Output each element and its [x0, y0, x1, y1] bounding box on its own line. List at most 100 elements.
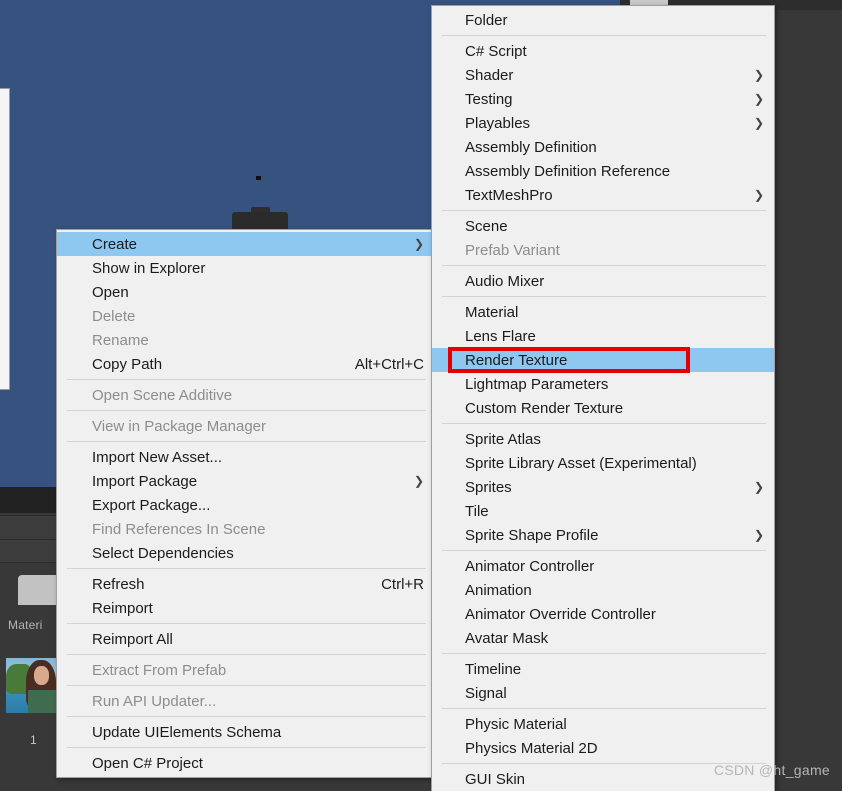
- menu-item-open-scene-additive: Open Scene Additive: [57, 383, 434, 407]
- menu-item-open-c-project[interactable]: Open C# Project: [57, 751, 434, 775]
- create-submenu[interactable]: Folder C# Script Shader ❯ Testing ❯ Playables ❯…: [431, 5, 775, 791]
- menu-item-label: Rename: [92, 331, 149, 349]
- create-item-scene[interactable]: Scene: [432, 214, 774, 238]
- menu-item-extract-from-prefab: Extract From Prefab: [57, 658, 434, 682]
- menu-item-reimport[interactable]: Reimport: [57, 596, 434, 620]
- create-item-textmeshpro[interactable]: TextMeshPro ❯: [432, 183, 774, 207]
- menu-separator: [67, 379, 426, 380]
- create-item-sprite-atlas[interactable]: Sprite Atlas: [432, 427, 774, 451]
- create-item-timeline[interactable]: Timeline: [432, 657, 774, 681]
- menu-item-label: Import New Asset...: [92, 448, 223, 466]
- scene-object-small: [256, 176, 261, 180]
- create-item-animator-controller[interactable]: Animator Controller: [432, 554, 774, 578]
- menu-item-label: Import Package: [92, 472, 198, 490]
- menu-item-label: GUI Skin: [465, 770, 526, 788]
- menu-item-label: Animation: [465, 581, 532, 599]
- menu-item-label: Render Texture: [465, 351, 568, 369]
- menu-item-import-package[interactable]: Import Package ❯: [57, 469, 434, 493]
- csdn-watermark: CSDN @ht_game: [713, 762, 830, 778]
- menu-item-label: Run API Updater...: [92, 692, 217, 710]
- create-item-folder[interactable]: Folder: [432, 8, 774, 32]
- menu-item-label: Prefab Variant: [465, 241, 560, 259]
- create-item-tile[interactable]: Tile: [432, 499, 774, 523]
- asset-texture-label: 1: [30, 733, 37, 747]
- menu-item-rename: Rename: [57, 328, 434, 352]
- create-item-render-texture[interactable]: Render Texture: [432, 348, 774, 372]
- menu-item-label: Show in Explorer: [92, 259, 206, 277]
- menu-item-label: Physics Material 2D: [465, 739, 598, 757]
- menu-item-label: Assembly Definition: [465, 138, 597, 156]
- create-item-testing[interactable]: Testing ❯: [432, 87, 774, 111]
- menu-item-label: Reimport: [92, 599, 153, 617]
- chevron-right-icon: ❯: [753, 116, 764, 130]
- menu-item-label: Find References In Scene: [92, 520, 266, 538]
- menu-item-label: Sprite Atlas: [465, 430, 541, 448]
- assets-context-menu[interactable]: Create ❯ Show in Explorer Open Delete Rename C…: [56, 229, 435, 778]
- create-item-avatar-mask[interactable]: Avatar Mask: [432, 626, 774, 650]
- create-item-lightmap-parameters[interactable]: Lightmap Parameters: [432, 372, 774, 396]
- menu-item-label: Reimport All: [92, 630, 173, 648]
- create-item-sprite-shape-profile[interactable]: Sprite Shape Profile ❯: [432, 523, 774, 547]
- create-item-material[interactable]: Material: [432, 300, 774, 324]
- menu-separator: [67, 654, 426, 655]
- create-item-assembly-definition-reference[interactable]: Assembly Definition Reference: [432, 159, 774, 183]
- menu-separator: [442, 550, 766, 551]
- menu-item-label: Playables: [465, 114, 531, 132]
- create-item-c-script[interactable]: C# Script: [432, 39, 774, 63]
- create-item-physics-material-2d[interactable]: Physics Material 2D: [432, 736, 774, 760]
- menu-item-label: Extract From Prefab: [92, 661, 227, 679]
- menu-item-label: Testing: [465, 90, 513, 108]
- menu-item-label: Physic Material: [465, 715, 567, 733]
- menu-separator: [67, 747, 426, 748]
- menu-item-label: Shader: [465, 66, 514, 84]
- menu-item-label: Lens Flare: [465, 327, 536, 345]
- menu-item-label: C# Script: [465, 42, 527, 60]
- create-item-sprites[interactable]: Sprites ❯: [432, 475, 774, 499]
- menu-item-label: Open C# Project: [92, 754, 203, 772]
- create-item-assembly-definition[interactable]: Assembly Definition: [432, 135, 774, 159]
- menu-item-label: Select Dependencies: [92, 544, 234, 562]
- menu-item-label: Material: [465, 303, 519, 321]
- menu-separator: [67, 568, 426, 569]
- menu-separator: [67, 623, 426, 624]
- create-item-custom-render-texture[interactable]: Custom Render Texture: [432, 396, 774, 420]
- menu-item-label: Create: [92, 235, 138, 253]
- thumbnail-person-face: [34, 666, 49, 685]
- create-item-signal[interactable]: Signal: [432, 681, 774, 705]
- menu-item-label: Lightmap Parameters: [465, 375, 609, 393]
- create-item-animation[interactable]: Animation: [432, 578, 774, 602]
- menu-item-label: Open: [92, 283, 129, 301]
- menu-item-reimport-all[interactable]: Reimport All: [57, 627, 434, 651]
- menu-item-label: Avatar Mask: [465, 629, 549, 647]
- menu-item-label: TextMeshPro: [465, 186, 553, 204]
- menu-item-run-api-updater: Run API Updater...: [57, 689, 434, 713]
- menu-item-import-new-asset[interactable]: Import New Asset...: [57, 445, 434, 469]
- menu-item-label: Custom Render Texture: [465, 399, 624, 417]
- menu-item-create[interactable]: Create ❯: [57, 232, 434, 256]
- chevron-right-icon: ❯: [753, 480, 764, 494]
- menu-item-show-in-explorer[interactable]: Show in Explorer: [57, 256, 434, 280]
- menu-item-open[interactable]: Open: [57, 280, 434, 304]
- menu-separator: [442, 210, 766, 211]
- create-item-audio-mixer[interactable]: Audio Mixer: [432, 269, 774, 293]
- create-item-sprite-library-asset-experimental[interactable]: Sprite Library Asset (Experimental): [432, 451, 774, 475]
- create-item-lens-flare[interactable]: Lens Flare: [432, 324, 774, 348]
- menu-item-refresh[interactable]: Refresh Ctrl+R: [57, 572, 434, 596]
- create-item-physic-material[interactable]: Physic Material: [432, 712, 774, 736]
- menu-item-label: Delete: [92, 307, 136, 325]
- menu-separator: [442, 35, 766, 36]
- menu-item-update-uielements-schema[interactable]: Update UIElements Schema: [57, 720, 434, 744]
- menu-item-label: Animator Override Controller: [465, 605, 656, 623]
- menu-item-label: Animator Controller: [465, 557, 595, 575]
- menu-item-select-dependencies[interactable]: Select Dependencies: [57, 541, 434, 565]
- chevron-right-icon: ❯: [753, 68, 764, 82]
- create-item-animator-override-controller[interactable]: Animator Override Controller: [432, 602, 774, 626]
- menu-item-label: Assembly Definition Reference: [465, 162, 671, 180]
- create-item-playables[interactable]: Playables ❯: [432, 111, 774, 135]
- menu-item-label: Sprite Shape Profile: [465, 526, 599, 544]
- menu-item-label: Signal: [465, 684, 507, 702]
- menu-item-find-references-in-scene: Find References In Scene: [57, 517, 434, 541]
- create-item-shader[interactable]: Shader ❯: [432, 63, 774, 87]
- menu-item-export-package[interactable]: Export Package...: [57, 493, 434, 517]
- menu-item-copy-path[interactable]: Copy Path Alt+Ctrl+C: [57, 352, 434, 376]
